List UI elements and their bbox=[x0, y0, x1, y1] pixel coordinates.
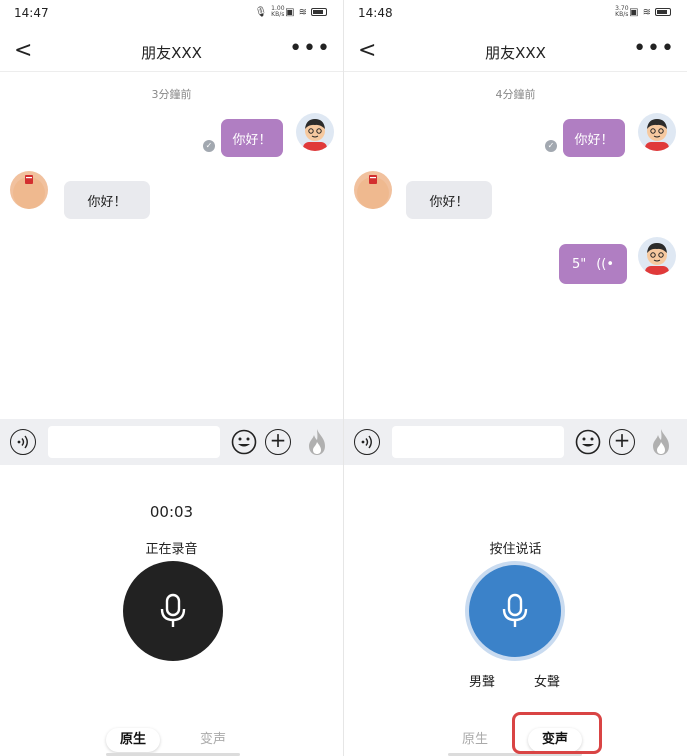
read-check-icon: ✓ bbox=[203, 140, 215, 152]
microphone-icon bbox=[160, 593, 186, 627]
wifi-icon: ≋ bbox=[298, 6, 307, 18]
nav-bar: < 朋友XXX ••• bbox=[344, 30, 687, 72]
fire-button[interactable] bbox=[305, 427, 329, 457]
nav-bar: < 朋友XXX ••• bbox=[0, 30, 343, 72]
microphone-icon bbox=[502, 593, 528, 627]
recording-status: 正在录音 bbox=[145, 542, 198, 557]
wifi-icon: ≋ bbox=[642, 6, 651, 18]
message-time-label: 4分鐘前 bbox=[495, 88, 536, 101]
message-bubble-me[interactable]: 你好！ bbox=[563, 119, 625, 157]
message-bubble-friend[interactable]: 你好！ bbox=[406, 181, 492, 219]
status-time: 14:47 bbox=[14, 6, 49, 20]
emoji-icon bbox=[575, 429, 601, 455]
message-bubble-friend[interactable]: 你好！ bbox=[64, 181, 150, 219]
emoji-button[interactable] bbox=[231, 429, 257, 455]
highlight-annotation bbox=[512, 712, 602, 754]
battery-icon bbox=[311, 8, 327, 16]
net-speed: 1.00 KB/s bbox=[271, 5, 285, 18]
record-button[interactable] bbox=[123, 561, 223, 661]
battery-icon bbox=[655, 8, 671, 16]
message-input[interactable] bbox=[392, 426, 564, 458]
tab-original[interactable]: 原生 bbox=[448, 728, 502, 752]
voice-wave-icon: ((• bbox=[596, 256, 615, 272]
voice-wave-icon bbox=[17, 435, 28, 449]
voice-toggle-button[interactable] bbox=[10, 429, 36, 455]
voice-toggle-button[interactable] bbox=[354, 429, 380, 455]
female-voice-option[interactable]: 女聲 bbox=[534, 671, 560, 690]
sim-icon: ▣ bbox=[629, 6, 639, 18]
status-icons: 3.70 KB/s ▣ ≋ bbox=[615, 6, 671, 18]
my-avatar[interactable] bbox=[638, 237, 676, 275]
sim-icon: ▣ bbox=[285, 6, 295, 18]
input-bar: + bbox=[344, 419, 687, 465]
friend-avatar[interactable] bbox=[354, 171, 392, 209]
emoji-icon bbox=[231, 429, 257, 455]
voice-message-bubble[interactable]: 5" ((• bbox=[559, 244, 627, 284]
fire-icon bbox=[653, 429, 669, 455]
fire-button[interactable] bbox=[649, 427, 673, 457]
status-icons: 🎙 1.00 KB/s ▣ ≋ bbox=[254, 6, 327, 18]
plus-button[interactable]: + bbox=[265, 429, 291, 455]
more-button[interactable]: ••• bbox=[633, 36, 675, 61]
mic-status-icon: 🎙 bbox=[254, 6, 268, 18]
chat-screen-voice-change: 14:48 3.70 KB/s ▣ ≋ < 朋友XXX ••• 4分鐘前 你好！… bbox=[344, 0, 687, 756]
recording-timer: 00:03 bbox=[149, 503, 194, 521]
chat-screen-recording: 14:47 🎙 1.00 KB/s ▣ ≋ < 朋友XXX ••• 3分鐘前 你… bbox=[0, 0, 343, 756]
my-avatar[interactable] bbox=[296, 113, 334, 151]
tab-original[interactable]: 原生 bbox=[106, 728, 160, 752]
message-bubble-me[interactable]: 你好！ bbox=[221, 119, 283, 157]
hold-to-talk-label: 按住说话 bbox=[489, 542, 542, 557]
record-button[interactable] bbox=[465, 561, 565, 661]
status-time: 14:48 bbox=[358, 6, 393, 20]
more-button[interactable]: ••• bbox=[289, 36, 331, 61]
message-time-label: 3分鐘前 bbox=[151, 88, 192, 101]
male-voice-option[interactable]: 男聲 bbox=[469, 671, 495, 690]
message-input[interactable] bbox=[48, 426, 220, 458]
net-speed: 3.70 KB/s bbox=[615, 5, 629, 18]
plus-button[interactable]: + bbox=[609, 429, 635, 455]
fire-icon bbox=[309, 429, 325, 455]
friend-avatar[interactable] bbox=[10, 171, 48, 209]
voice-mode-tabs: 原生 变声 bbox=[0, 722, 343, 756]
voice-duration: 5" bbox=[571, 256, 587, 272]
tab-voice-change[interactable]: 变声 bbox=[186, 728, 240, 752]
emoji-button[interactable] bbox=[575, 429, 601, 455]
my-avatar[interactable] bbox=[638, 113, 676, 151]
read-check-icon: ✓ bbox=[545, 140, 557, 152]
input-bar: + bbox=[0, 419, 343, 465]
voice-wave-icon bbox=[361, 435, 372, 449]
